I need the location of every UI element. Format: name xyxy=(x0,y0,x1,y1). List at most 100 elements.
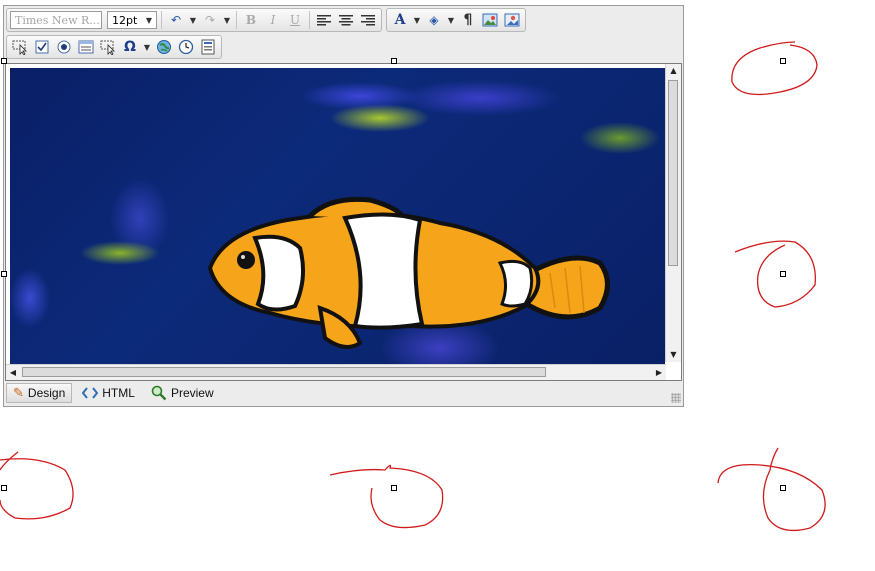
font-family-select[interactable]: Times New R... xyxy=(10,11,102,29)
tab-preview[interactable]: Preview xyxy=(145,383,220,403)
tab-preview-label: Preview xyxy=(170,386,214,400)
editor-mode-tabs: ✎ Design HTML Preview xyxy=(4,381,683,405)
undo-dropdown[interactable]: ▼ xyxy=(188,10,198,30)
horizontal-scrollbar[interactable]: ◀ ▶ xyxy=(6,364,666,380)
resize-handle-bottom-right[interactable] xyxy=(780,485,786,491)
annotation-circle xyxy=(734,240,816,308)
align-right-button[interactable] xyxy=(358,10,378,30)
toolbar-row-insert: Ω ▼ xyxy=(6,35,222,59)
scroll-right-icon[interactable]: ▶ xyxy=(652,365,666,380)
toolbar-separator xyxy=(161,11,162,29)
vertical-scroll-thumb[interactable] xyxy=(668,80,678,266)
paragraph-button[interactable]: ¶ xyxy=(458,10,478,30)
tab-html-label: HTML xyxy=(102,386,135,400)
vertical-scrollbar[interactable]: ▲ ▼ xyxy=(665,64,681,362)
font-size-value: 12pt xyxy=(112,13,138,27)
chevron-down-icon: ▼ xyxy=(413,15,421,25)
annotation-circle xyxy=(731,41,818,96)
image-properties-button[interactable] xyxy=(502,10,522,30)
clownfish-image[interactable] xyxy=(10,68,665,364)
align-left-icon xyxy=(317,15,331,26)
chevron-down-icon: ▼ xyxy=(447,15,455,25)
align-left-button[interactable] xyxy=(314,10,334,30)
redo-dropdown[interactable]: ▼ xyxy=(222,10,232,30)
insert-time-icon xyxy=(178,39,194,55)
scroll-up-icon[interactable]: ▲ xyxy=(666,64,681,78)
font-family-value: Times New R... xyxy=(15,13,100,27)
highlight-color-dropdown[interactable]: ▼ xyxy=(446,10,456,30)
insert-form-button[interactable] xyxy=(198,37,218,57)
underline-button[interactable]: U xyxy=(285,10,305,30)
undo-button[interactable]: ↶ xyxy=(166,10,186,30)
insert-link-button[interactable] xyxy=(154,37,174,57)
redo-icon: ↷ xyxy=(204,13,216,27)
toolbar-separator xyxy=(309,11,310,29)
checkbox-icon xyxy=(35,40,49,54)
annotation-circle xyxy=(329,464,444,529)
chevron-down-icon: ▼ xyxy=(145,15,152,25)
insert-time-button[interactable] xyxy=(176,37,196,57)
insert-link-icon xyxy=(157,40,171,54)
paragraph-icon: ¶ xyxy=(463,12,473,28)
radio-button-icon xyxy=(57,40,71,54)
form-field-button[interactable] xyxy=(76,37,96,57)
radio-button-button[interactable] xyxy=(54,37,74,57)
resize-handle-middle-left[interactable] xyxy=(1,271,7,277)
resize-handle-bottom-center[interactable] xyxy=(391,485,397,491)
resize-grip[interactable] xyxy=(671,393,681,403)
resize-handle-middle-right[interactable] xyxy=(780,271,786,277)
special-character-icon: Ω xyxy=(124,39,136,55)
insert-image-button[interactable] xyxy=(480,10,500,30)
font-color-dropdown[interactable]: ▼ xyxy=(412,10,422,30)
pointer-icon xyxy=(100,40,115,55)
pencil-icon: ✎ xyxy=(13,385,24,400)
select-pointer-button[interactable] xyxy=(10,37,30,57)
chevron-down-icon: ▼ xyxy=(223,15,231,25)
checkbox-button[interactable] xyxy=(32,37,52,57)
font-color-icon: A xyxy=(394,12,406,28)
select-pointer-icon xyxy=(12,40,27,55)
toolbar-group-forms: Ω ▼ xyxy=(6,35,222,59)
tab-design-label: Design xyxy=(27,386,66,400)
code-icon xyxy=(82,387,99,399)
form-field-icon xyxy=(78,40,94,54)
italic-button[interactable]: I xyxy=(263,10,283,30)
align-right-icon xyxy=(361,15,375,26)
toolbar-separator xyxy=(236,11,237,29)
toolbar-group-font: Times New R... 12pt ▼ ↶ ▼ ↷ ▼ B I U xyxy=(6,8,382,32)
redo-button[interactable]: ↷ xyxy=(200,10,220,30)
resize-handle-bottom-left[interactable] xyxy=(1,485,7,491)
bold-button[interactable]: B xyxy=(241,10,261,30)
resize-handle-top-right[interactable] xyxy=(780,58,786,64)
horizontal-scroll-thumb[interactable] xyxy=(22,367,546,377)
html-editor: Times New R... 12pt ▼ ↶ ▼ ↷ ▼ B I U A ▼ … xyxy=(3,5,684,407)
design-surface[interactable]: ▲ ▼ ◀ ▶ xyxy=(5,63,682,381)
resize-handle-top-center[interactable] xyxy=(391,58,397,64)
align-center-button[interactable] xyxy=(336,10,356,30)
highlight-color-button[interactable]: ◈ xyxy=(424,10,444,30)
magnifier-icon xyxy=(151,385,167,401)
special-character-button[interactable]: Ω xyxy=(120,37,140,57)
content-image-container[interactable] xyxy=(10,68,665,364)
pointer-button[interactable] xyxy=(98,37,118,57)
underline-icon: U xyxy=(289,13,301,27)
italic-icon: I xyxy=(270,13,276,27)
special-character-dropdown[interactable]: ▼ xyxy=(142,37,152,57)
annotation-circle xyxy=(717,447,826,532)
font-color-button[interactable]: A xyxy=(390,10,410,30)
scroll-left-icon[interactable]: ◀ xyxy=(6,365,20,380)
annotation-circle xyxy=(0,451,74,520)
insert-image-icon xyxy=(482,13,498,27)
undo-icon: ↶ xyxy=(170,13,182,27)
font-size-select[interactable]: 12pt ▼ xyxy=(107,11,157,29)
tab-html[interactable]: HTML xyxy=(76,383,141,403)
chevron-down-icon: ▼ xyxy=(143,42,151,52)
image-properties-icon xyxy=(504,13,520,27)
bold-icon: B xyxy=(245,13,257,27)
scroll-down-icon[interactable]: ▼ xyxy=(666,348,681,362)
resize-handle-top-left[interactable] xyxy=(1,58,7,64)
insert-form-icon xyxy=(201,39,215,55)
toolbar-row-formatting: Times New R... 12pt ▼ ↶ ▼ ↷ ▼ B I U A ▼ … xyxy=(6,8,526,32)
tab-design[interactable]: ✎ Design xyxy=(6,383,73,403)
chevron-down-icon: ▼ xyxy=(189,15,197,25)
